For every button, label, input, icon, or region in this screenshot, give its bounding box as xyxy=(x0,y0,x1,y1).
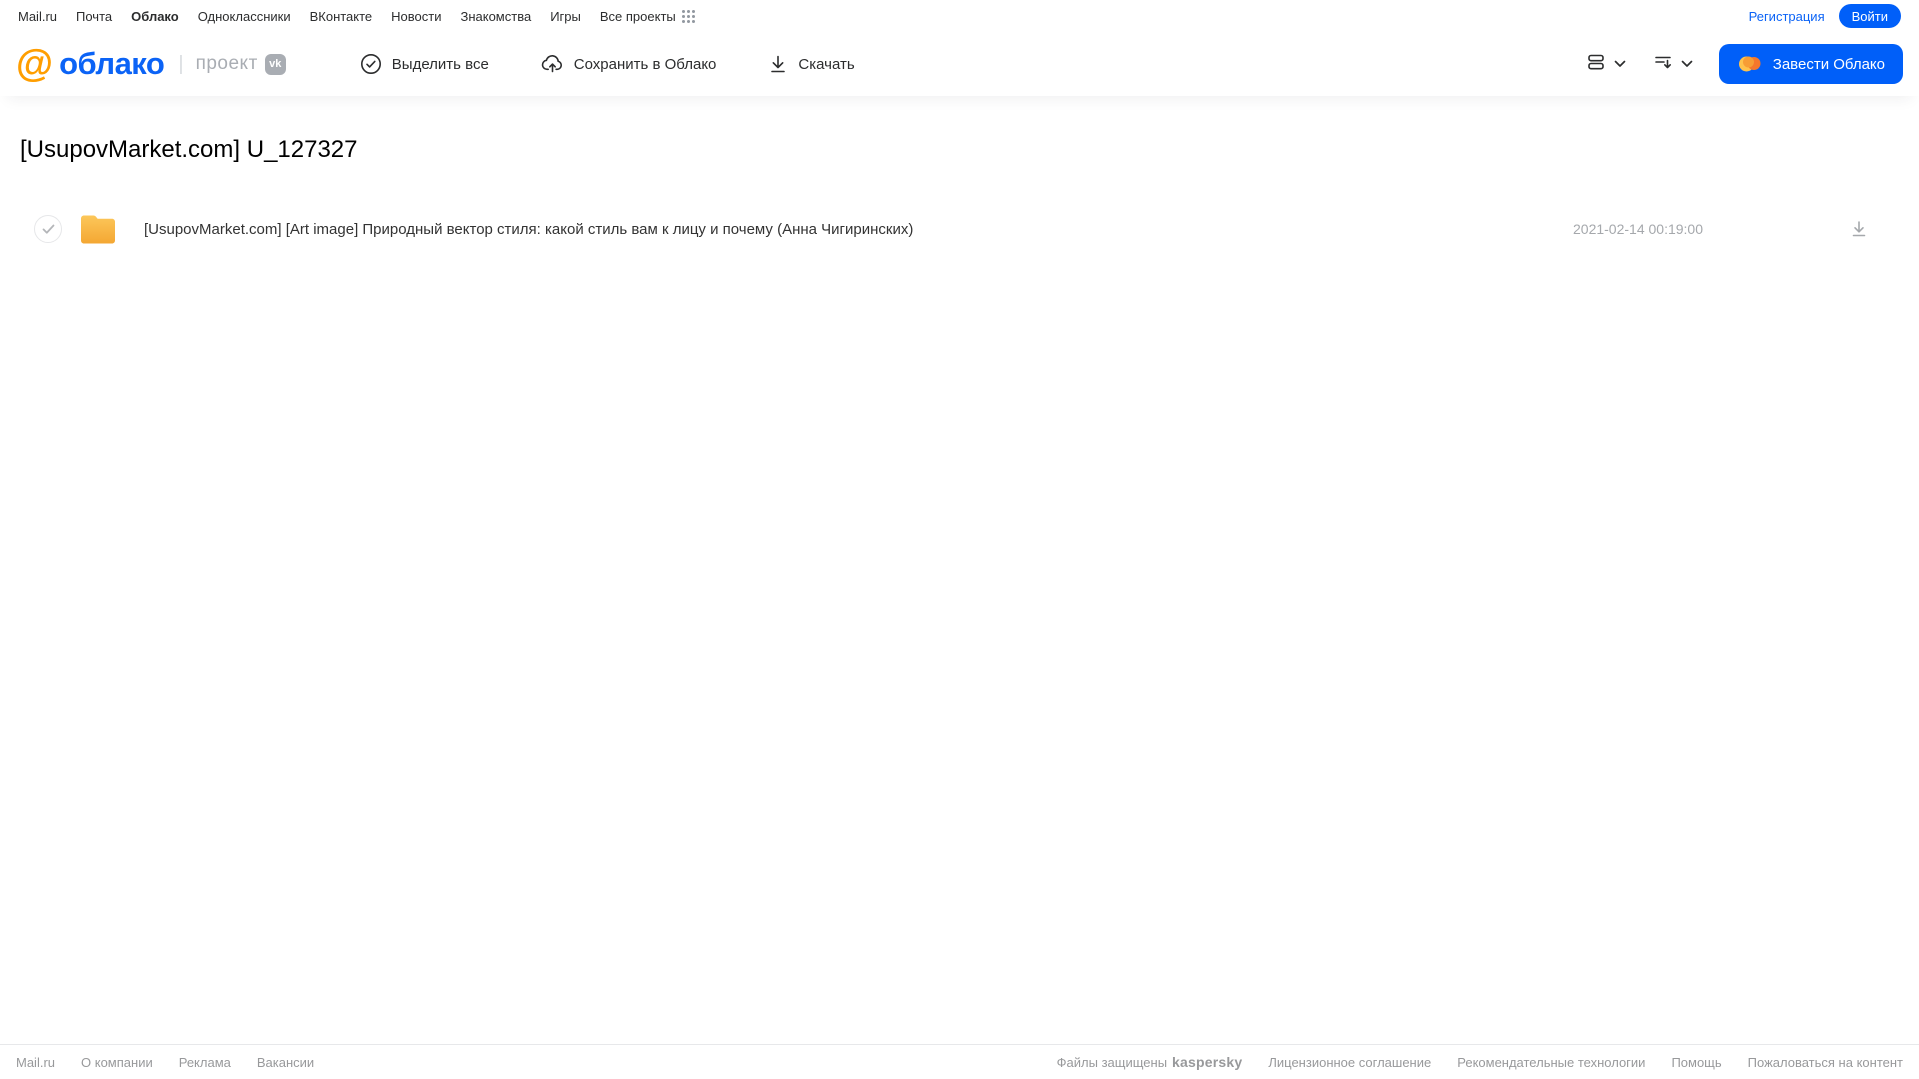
login-button[interactable]: Войти xyxy=(1838,4,1901,28)
select-all-button[interactable]: Выделить все xyxy=(360,53,489,75)
footer-ads-link[interactable]: Реклама xyxy=(179,1055,231,1070)
save-to-cloud-button[interactable]: Сохранить в Облако xyxy=(541,53,717,75)
chevron-down-icon xyxy=(1681,55,1693,73)
portal-nav: Mail.ru Почта Облако Одноклассники ВКонт… xyxy=(0,0,1919,32)
create-cloud-button[interactable]: Завести Облако xyxy=(1718,44,1903,84)
kaspersky-protection: Файлы защищены kaspersky xyxy=(1057,1054,1243,1070)
cloud-header: @ облако | проект vk Выделить все Сохран… xyxy=(0,32,1919,96)
folder-icon xyxy=(78,212,118,246)
footer-report-link[interactable]: Пожаловаться на контент xyxy=(1748,1055,1903,1070)
row-checkbox[interactable] xyxy=(34,215,62,243)
nav-igry[interactable]: Игры xyxy=(550,9,581,24)
protected-by-label: Файлы защищены xyxy=(1056,1055,1168,1070)
page-footer: Mail.ru О компании Реклама Вакансии Файл… xyxy=(0,1044,1919,1079)
actions-toolbar: Выделить все Сохранить в Облако Скачать xyxy=(360,53,855,75)
footer-license-link[interactable]: Лицензионное соглашение xyxy=(1268,1055,1431,1070)
portal-nav-links: Mail.ru Почта Облако Одноклассники ВКонт… xyxy=(18,9,695,24)
check-circle-icon xyxy=(360,53,382,75)
nav-all-projects[interactable]: Все проекты xyxy=(600,9,695,24)
nav-znakomstva[interactable]: Знакомства xyxy=(460,9,531,24)
nav-novosti[interactable]: Новости xyxy=(391,9,441,24)
nav-vkontakte[interactable]: ВКонтакте xyxy=(310,9,373,24)
view-mode-selector[interactable] xyxy=(1585,51,1626,78)
select-all-label: Выделить все xyxy=(391,55,489,73)
footer-left-links: Mail.ru О компании Реклама Вакансии xyxy=(16,1055,314,1070)
mailru-at-icon: @ xyxy=(16,43,54,85)
list-view-icon xyxy=(1585,51,1607,78)
page-title: [UsupovMarket.com] U_127327 xyxy=(20,136,358,163)
registration-link[interactable]: Регистрация xyxy=(1749,9,1825,24)
file-name-link[interactable]: [UsupovMarket.com] [Art image] Природный… xyxy=(144,221,913,238)
footer-help-link[interactable]: Помощь xyxy=(1671,1055,1721,1070)
nav-all-projects-label: Все проекты xyxy=(599,8,676,24)
logo-divider: | xyxy=(178,52,184,75)
apps-grid-icon xyxy=(681,9,695,23)
project-label: проект xyxy=(195,53,258,74)
cloud-logo[interactable]: @ облако xyxy=(16,43,165,85)
cloud-logo-text: облако xyxy=(59,46,165,81)
cloud-orange-icon xyxy=(1737,53,1763,76)
download-button[interactable]: Скачать xyxy=(768,53,855,75)
footer-right-links: Файлы защищены kaspersky Лицензионное со… xyxy=(1057,1054,1903,1070)
header-right-controls: Завести Облако xyxy=(1585,44,1903,84)
portal-nav-auth: Регистрация Войти xyxy=(1749,4,1901,28)
nav-odnoklassniki[interactable]: Одноклассники xyxy=(198,9,291,24)
kaspersky-logo[interactable]: kaspersky xyxy=(1172,1054,1242,1070)
nav-pochta[interactable]: Почта xyxy=(76,9,112,24)
footer-mailru-link[interactable]: Mail.ru xyxy=(16,1055,55,1070)
file-row[interactable]: [UsupovMarket.com] [Art image] Природный… xyxy=(20,206,1899,252)
vk-project-badge: | проект vk xyxy=(178,52,286,76)
file-date: 2021-02-14 00:19:00 xyxy=(1573,221,1703,237)
create-cloud-label: Завести Облако xyxy=(1772,55,1885,73)
footer-jobs-link[interactable]: Вакансии xyxy=(257,1055,314,1070)
download-icon xyxy=(768,53,788,75)
nav-mailru[interactable]: Mail.ru xyxy=(18,9,57,24)
sort-icon xyxy=(1652,51,1674,78)
chevron-down-icon xyxy=(1614,55,1626,73)
vk-icon: vk xyxy=(264,53,286,75)
cloud-upload-icon xyxy=(541,53,564,75)
footer-recommendations-link[interactable]: Рекомендательные технологии xyxy=(1457,1055,1645,1070)
footer-about-link[interactable]: О компании xyxy=(81,1055,153,1070)
check-icon xyxy=(42,224,54,234)
sort-selector[interactable] xyxy=(1652,51,1693,78)
row-download-icon[interactable] xyxy=(1849,219,1869,239)
main-content: [UsupovMarket.com] U_127327 [UsupovMarke… xyxy=(0,136,1919,252)
download-label: Скачать xyxy=(798,55,855,73)
save-to-cloud-label: Сохранить в Облако xyxy=(573,55,717,73)
nav-oblako[interactable]: Облако xyxy=(131,9,179,24)
